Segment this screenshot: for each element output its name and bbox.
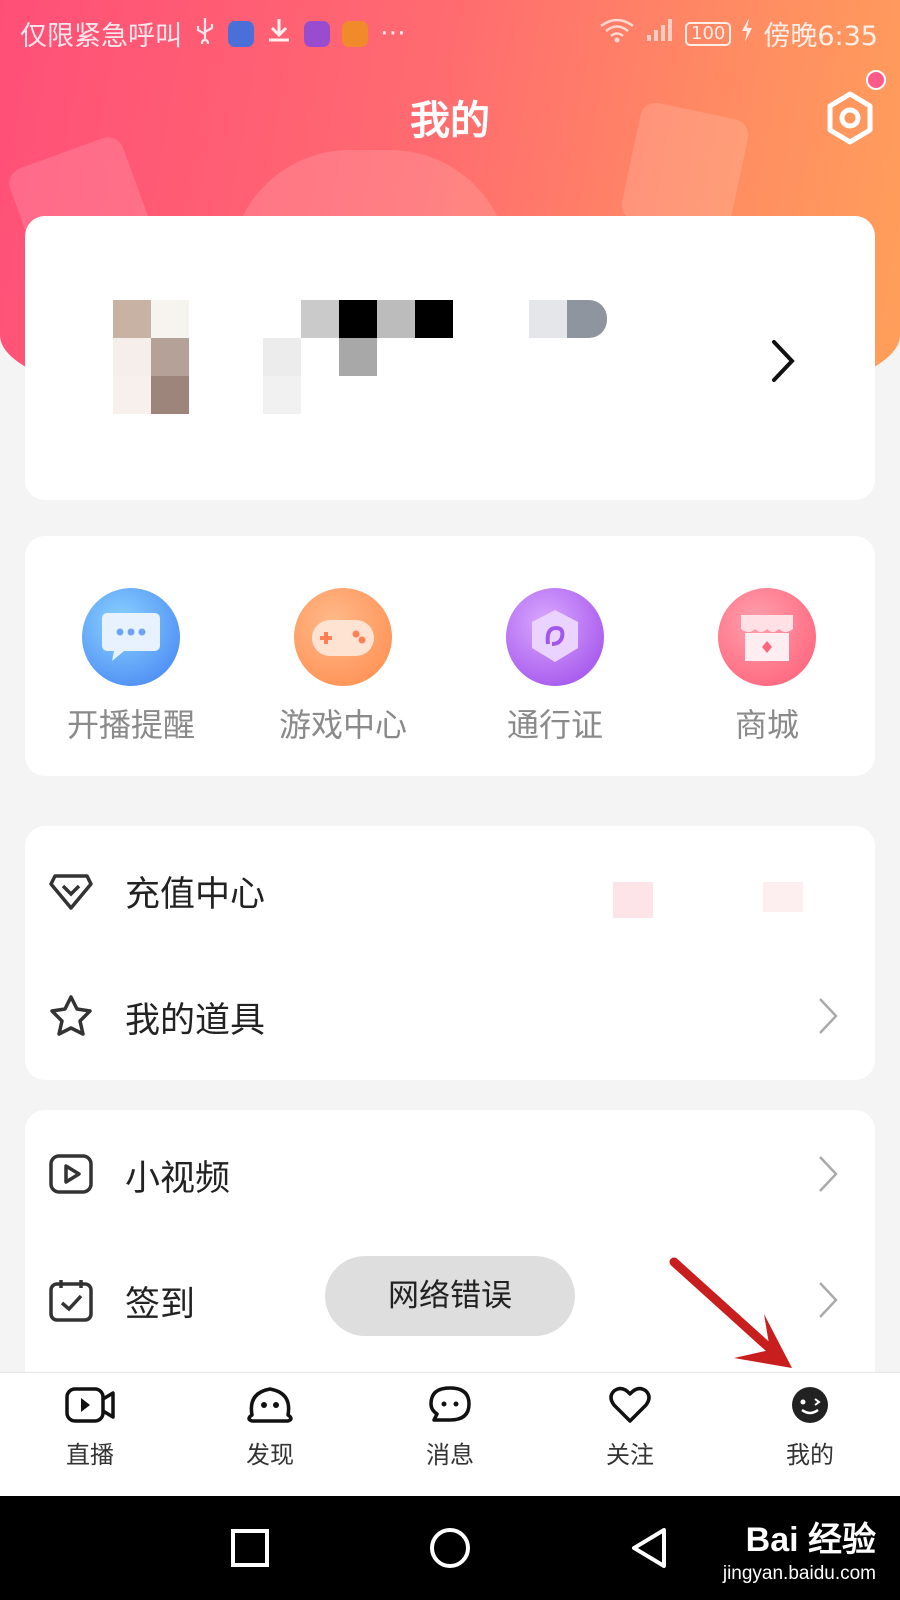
settings-hexagon-icon — [827, 91, 873, 145]
carrier-status-text: 仅限紧急呼叫 — [20, 21, 182, 52]
chevron-right-icon — [819, 1156, 838, 1192]
ball-app-icon — [304, 20, 330, 47]
quick-action-pass[interactable]: 通行证 — [465, 588, 645, 746]
nav-label: 我的 — [786, 1441, 834, 1469]
charging-icon — [741, 18, 753, 49]
baidu-watermark: Bai 经验 jingyan.baidu.com — [723, 1512, 876, 1585]
store-icon — [718, 588, 816, 686]
quick-action-label: 商城 — [734, 706, 799, 744]
network-error-toast: 网络错误 — [325, 1256, 575, 1336]
clock: 傍晚6:35 — [763, 21, 878, 52]
nav-item-follow[interactable]: 关注 — [570, 1385, 690, 1470]
notification-dot — [866, 70, 886, 90]
bottom-nav: 直播 发现 消息 关注 我的 — [0, 1372, 900, 1497]
quick-action-store[interactable]: 商城 — [677, 588, 857, 746]
me-face-icon — [792, 1387, 828, 1423]
nav-item-discover[interactable]: 发现 — [210, 1385, 330, 1470]
menu-item-my-props[interactable]: 我的道具 — [25, 952, 875, 1078]
menu-item-label: 签到 — [125, 1285, 196, 1325]
download-icon — [266, 16, 292, 51]
quick-action-label: 通行证 — [506, 706, 603, 744]
menu-item-label: 小视频 — [125, 1159, 231, 1199]
calendar-check-icon — [49, 1280, 93, 1322]
star-icon — [50, 995, 92, 1036]
discover-face-icon — [247, 1387, 293, 1423]
nav-label: 发现 — [246, 1441, 294, 1469]
chevron-right-icon — [819, 998, 838, 1034]
chat-bubble-icon — [82, 588, 180, 686]
recent-apps-icon[interactable] — [230, 1528, 270, 1568]
diamond-icon — [49, 874, 93, 910]
profile-card[interactable] — [25, 216, 875, 500]
live-camera-icon — [65, 1387, 115, 1423]
quick-action-game-center[interactable]: 游戏中心 — [253, 588, 433, 746]
settings-button[interactable] — [820, 88, 880, 148]
home-icon[interactable] — [428, 1526, 472, 1570]
menu-item-short-video[interactable]: 小视频 — [25, 1110, 875, 1236]
chevron-right-icon — [819, 1282, 838, 1318]
gamepad-icon — [294, 588, 392, 686]
watermark-brand: Bai 经验 — [745, 1521, 876, 1559]
nav-item-me[interactable]: 我的 — [750, 1385, 870, 1470]
message-icon — [429, 1386, 471, 1422]
pass-shield-icon — [506, 588, 604, 686]
signal-icon — [645, 17, 675, 50]
wifi-icon — [599, 17, 635, 50]
quick-action-live-reminder[interactable]: 开播提醒 — [41, 588, 221, 746]
page-title: 我的 — [410, 98, 490, 144]
battery-indicator: 100 — [685, 21, 732, 46]
nav-label: 消息 — [426, 1441, 474, 1469]
video-icon — [49, 1154, 93, 1194]
status-bar: 仅限紧急呼叫 ··· 100 傍晚6:35 — [0, 0, 900, 62]
annotation-arrow — [669, 1257, 792, 1368]
shield-app-icon — [228, 20, 254, 47]
chevron-right-icon — [772, 340, 795, 382]
nav-label: 直播 — [66, 1441, 114, 1469]
watermark-url: jingyan.baidu.com — [722, 1563, 876, 1584]
nav-item-messages[interactable]: 消息 — [390, 1385, 510, 1470]
menu-item-label: 我的道具 — [125, 1001, 266, 1041]
more-notifications: ··· — [380, 18, 406, 49]
cat-app-icon — [342, 20, 368, 47]
quick-action-label: 开播提醒 — [66, 706, 195, 744]
nav-item-live[interactable]: 直播 — [30, 1385, 150, 1470]
menu-item-label: 充值中心 — [125, 875, 266, 915]
usb-icon — [194, 16, 216, 51]
back-icon[interactable] — [628, 1526, 672, 1570]
nav-label: 关注 — [606, 1441, 654, 1469]
heart-icon — [609, 1386, 651, 1423]
menu-item-recharge-center[interactable]: 充值中心 — [25, 826, 875, 952]
quick-action-label: 游戏中心 — [278, 706, 407, 744]
